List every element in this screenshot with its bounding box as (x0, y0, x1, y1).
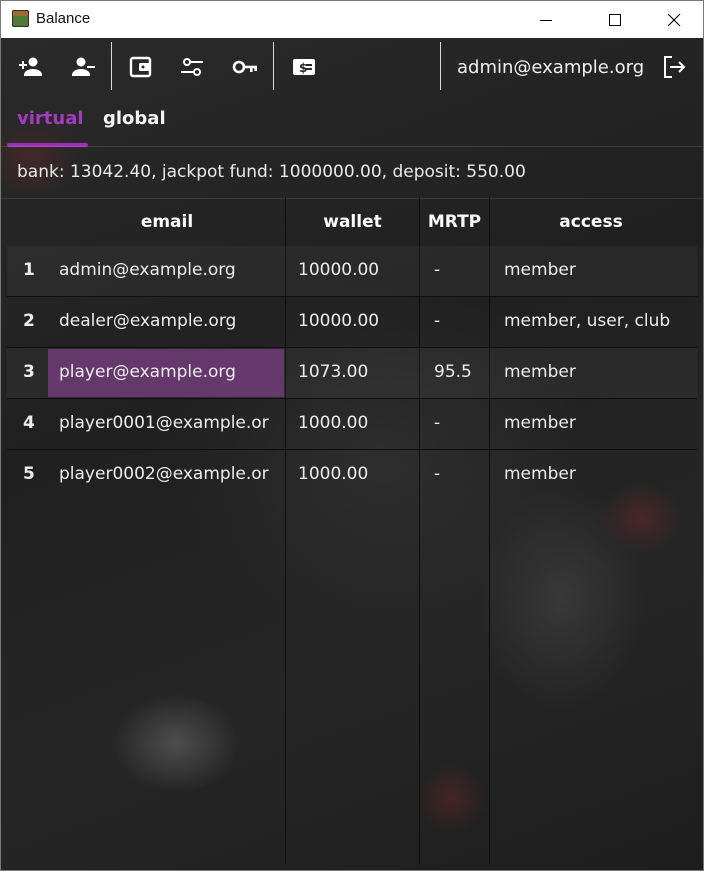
money-icon: $ (293, 59, 315, 75)
cell-wallet: 10000.00 (298, 260, 380, 280)
divider (1, 146, 703, 147)
cell-email: player@example.org (59, 362, 236, 382)
add-user-button[interactable] (16, 52, 46, 82)
maximize-icon (609, 13, 621, 26)
cell-mrtp: - (434, 464, 441, 484)
cell-mrtp: - (434, 413, 441, 433)
cell-wallet: 1000.00 (298, 413, 369, 433)
tab-bar: virtual global (1, 100, 703, 146)
cell-access: member (504, 413, 576, 433)
cell-email: dealer@example.org (59, 311, 237, 331)
table-row[interactable]: 1 admin@example.org 10000.00 - member (7, 246, 697, 297)
current-user-email: admin@example.org (457, 57, 645, 78)
cell-access: member (504, 260, 576, 280)
wallet-icon (129, 56, 152, 78)
key-button[interactable] (230, 52, 260, 82)
close-button[interactable] (651, 1, 697, 38)
tab-virtual[interactable]: virtual (17, 108, 84, 129)
window-title: Balance (36, 10, 91, 27)
cell-wallet: 1073.00 (298, 362, 369, 382)
app-window: Balance $ admin@example.org virtual glob… (0, 0, 704, 871)
cell-mrtp: - (434, 260, 441, 280)
remove-user-icon (72, 57, 95, 76)
tab-global[interactable]: global (103, 108, 166, 129)
app-icon (12, 10, 29, 27)
app-content: $ admin@example.org virtual global bank: (1, 38, 703, 870)
table-row[interactable]: 5 player0002@example.or 1000.00 - member (7, 450, 697, 500)
table-row[interactable]: 2 dealer@example.org 10000.00 - member, … (7, 297, 697, 348)
cell-access: member (504, 362, 576, 382)
column-header-wallet[interactable]: wallet (286, 212, 419, 232)
remove-user-button[interactable] (68, 52, 98, 82)
toolbar-separator (111, 42, 112, 90)
toolbar: $ admin@example.org (1, 38, 703, 98)
settings-sliders-button[interactable] (177, 52, 207, 82)
minimize-button[interactable] (523, 1, 569, 38)
toolbar-separator (273, 42, 274, 90)
settings-sliders-icon (181, 58, 203, 76)
logout-button[interactable] (659, 52, 689, 82)
column-header-access[interactable]: access (490, 212, 692, 232)
add-user-icon (19, 57, 42, 76)
row-number: 3 (23, 362, 35, 382)
column-header-email[interactable]: email (49, 212, 285, 232)
title-bar[interactable]: Balance (1, 1, 703, 38)
cell-wallet: 1000.00 (298, 464, 369, 484)
balance-summary: bank: 13042.40, jackpot fund: 1000000.00… (17, 162, 526, 182)
logout-icon (664, 56, 686, 78)
key-icon (232, 60, 257, 74)
cell-mrtp: 95.5 (434, 362, 472, 382)
row-number: 2 (23, 311, 35, 331)
row-number: 5 (23, 464, 35, 484)
row-number: 4 (23, 413, 35, 433)
cell-mrtp: - (434, 311, 441, 331)
money-button[interactable]: $ (289, 52, 319, 82)
close-icon (667, 13, 681, 26)
cell-email: player0001@example.or (59, 413, 269, 433)
wallet-button[interactable] (126, 52, 156, 82)
users-table: email wallet MRTP access 1 admin@example… (1, 198, 703, 870)
table-row[interactable]: 4 player0001@example.or 1000.00 - member (7, 399, 697, 450)
maximize-button[interactable] (592, 1, 638, 38)
table-row-selected[interactable]: 3 player@example.org 1073.00 95.5 member (7, 348, 697, 399)
minimize-icon (540, 19, 552, 21)
cell-email: player0002@example.or (59, 464, 269, 484)
row-number: 1 (23, 260, 35, 280)
cell-email: admin@example.org (59, 260, 236, 280)
cell-access: member, user, club (504, 311, 671, 331)
cell-access: member (504, 464, 576, 484)
column-header-mrtp[interactable]: MRTP (420, 212, 489, 232)
cell-wallet: 10000.00 (298, 311, 380, 331)
toolbar-separator (440, 42, 441, 90)
